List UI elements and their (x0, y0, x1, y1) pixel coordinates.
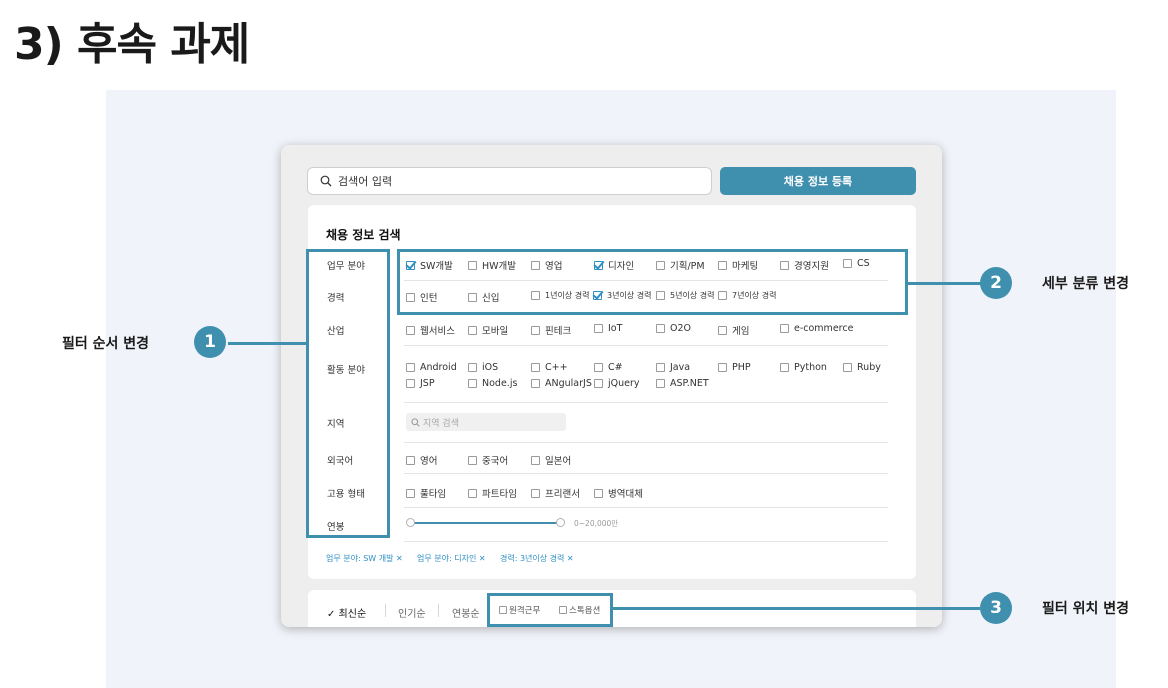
checkbox[interactable] (594, 363, 603, 372)
salary-range-value: 0~20,000만 (574, 519, 619, 528)
checkbox[interactable] (406, 488, 415, 498)
callout-connector (908, 282, 982, 285)
row-divider (404, 507, 888, 508)
option-checkbox[interactable]: 병역대체 (594, 486, 643, 500)
checkbox[interactable] (531, 455, 540, 465)
salary-slider-max-handle[interactable] (556, 518, 565, 527)
option-checkbox[interactable]: ANgularJS (531, 378, 592, 389)
callout-label-3: 필터 위치 변경 (1042, 601, 1130, 617)
panel-title: 채용 정보 검색 (326, 228, 401, 242)
option-checkbox[interactable]: Ruby (843, 362, 881, 373)
selected-filter-chip[interactable]: 업무 분야: SW 개발 ✕ (326, 553, 403, 564)
search-input[interactable]: 검색어 입력 (307, 167, 712, 195)
search-placeholder: 검색어 입력 (338, 175, 393, 188)
row-divider (404, 473, 888, 474)
sort-salary[interactable]: 연봉순 (452, 605, 480, 620)
checkbox[interactable] (531, 488, 540, 498)
row-divider (404, 345, 888, 346)
register-job-button[interactable]: 채용 정보 등록 (720, 167, 916, 195)
callout-connector (228, 342, 306, 345)
option-checkbox[interactable]: Java (656, 362, 690, 373)
callout-badge-1: 1 (194, 326, 226, 358)
checkbox[interactable] (594, 488, 603, 498)
sort-divider (385, 604, 386, 617)
checkbox[interactable] (406, 455, 415, 465)
callout-label-2: 세부 분류 변경 (1042, 276, 1130, 292)
checkbox[interactable] (406, 379, 415, 388)
callout-label-1: 필터 순서 변경 (62, 336, 150, 352)
option-checkbox[interactable]: e-commerce (780, 323, 853, 334)
highlight-subcategories (397, 249, 908, 315)
region-search-placeholder: 지역 검색 (423, 418, 459, 429)
highlight-filter-labels (306, 249, 390, 538)
checkbox[interactable] (531, 325, 540, 335)
option-checkbox[interactable]: 풀타임 (406, 486, 446, 500)
selected-filter-chip[interactable]: 경력: 3년이상 경력 ✕ (500, 553, 574, 564)
checkbox[interactable] (531, 379, 540, 388)
checkbox[interactable] (594, 379, 603, 388)
option-checkbox[interactable]: 웹서비스 (406, 323, 455, 337)
row-divider (404, 402, 888, 403)
option-checkbox[interactable]: 게임 (718, 323, 749, 337)
option-checkbox[interactable]: 모바일 (468, 323, 508, 337)
sort-popular[interactable]: 인기순 (398, 605, 426, 620)
callout-badge-3: 3 (980, 592, 1012, 624)
checkbox[interactable] (531, 363, 540, 372)
option-checkbox[interactable]: JSP (406, 378, 435, 389)
checkbox[interactable] (780, 324, 789, 333)
option-checkbox[interactable]: C# (594, 362, 623, 373)
checkbox[interactable] (656, 324, 665, 333)
checkbox[interactable] (468, 488, 477, 498)
option-checkbox[interactable]: Android (406, 362, 457, 373)
option-checkbox[interactable]: C++ (531, 362, 568, 373)
option-checkbox[interactable]: jQuery (594, 378, 640, 389)
checkbox[interactable] (468, 325, 477, 335)
option-checkbox[interactable]: PHP (718, 362, 751, 373)
checkbox[interactable] (656, 363, 665, 372)
option-checkbox[interactable]: 핀테크 (531, 323, 571, 337)
checkbox[interactable] (718, 325, 727, 335)
search-icon (320, 175, 332, 187)
callout-badge-2: 2 (980, 267, 1012, 299)
sort-divider (438, 604, 439, 617)
selected-filter-chip[interactable]: 업무 분야: 디자인 ✕ (417, 553, 486, 564)
checkbox[interactable] (718, 363, 727, 372)
option-checkbox[interactable]: 프리랜서 (531, 486, 580, 500)
checkbox[interactable] (406, 363, 415, 372)
salary-slider-min-handle[interactable] (406, 518, 415, 527)
checkbox[interactable] (843, 363, 852, 372)
option-checkbox[interactable]: 일본어 (531, 453, 571, 467)
search-icon (411, 417, 420, 427)
salary-slider-track[interactable] (410, 522, 560, 524)
checkbox[interactable] (468, 379, 477, 388)
checkbox[interactable] (780, 363, 789, 372)
highlight-filter-position (487, 593, 613, 627)
region-search-input[interactable]: 지역 검색 (406, 413, 566, 431)
option-checkbox[interactable]: Python (780, 362, 827, 373)
option-checkbox[interactable]: ASP.NET (656, 378, 709, 389)
callout-connector (613, 607, 980, 610)
option-checkbox[interactable]: O2O (656, 323, 691, 334)
checkbox[interactable] (656, 379, 665, 388)
slide-title: 3) 후속 과제 (14, 19, 250, 70)
option-checkbox[interactable]: Node.js (468, 378, 517, 389)
sort-latest[interactable]: ✓ 최신순 (327, 605, 366, 620)
option-checkbox[interactable]: IoT (594, 323, 622, 334)
option-checkbox[interactable]: 영어 (406, 453, 437, 467)
option-checkbox[interactable]: 중국어 (468, 453, 508, 467)
row-divider (404, 442, 888, 443)
row-divider (404, 541, 888, 542)
option-checkbox[interactable]: iOS (468, 362, 498, 373)
checkbox[interactable] (406, 325, 415, 335)
option-checkbox[interactable]: 파트타임 (468, 486, 517, 500)
checkbox[interactable] (594, 324, 603, 333)
checkbox[interactable] (468, 363, 477, 372)
checkbox[interactable] (468, 455, 477, 465)
